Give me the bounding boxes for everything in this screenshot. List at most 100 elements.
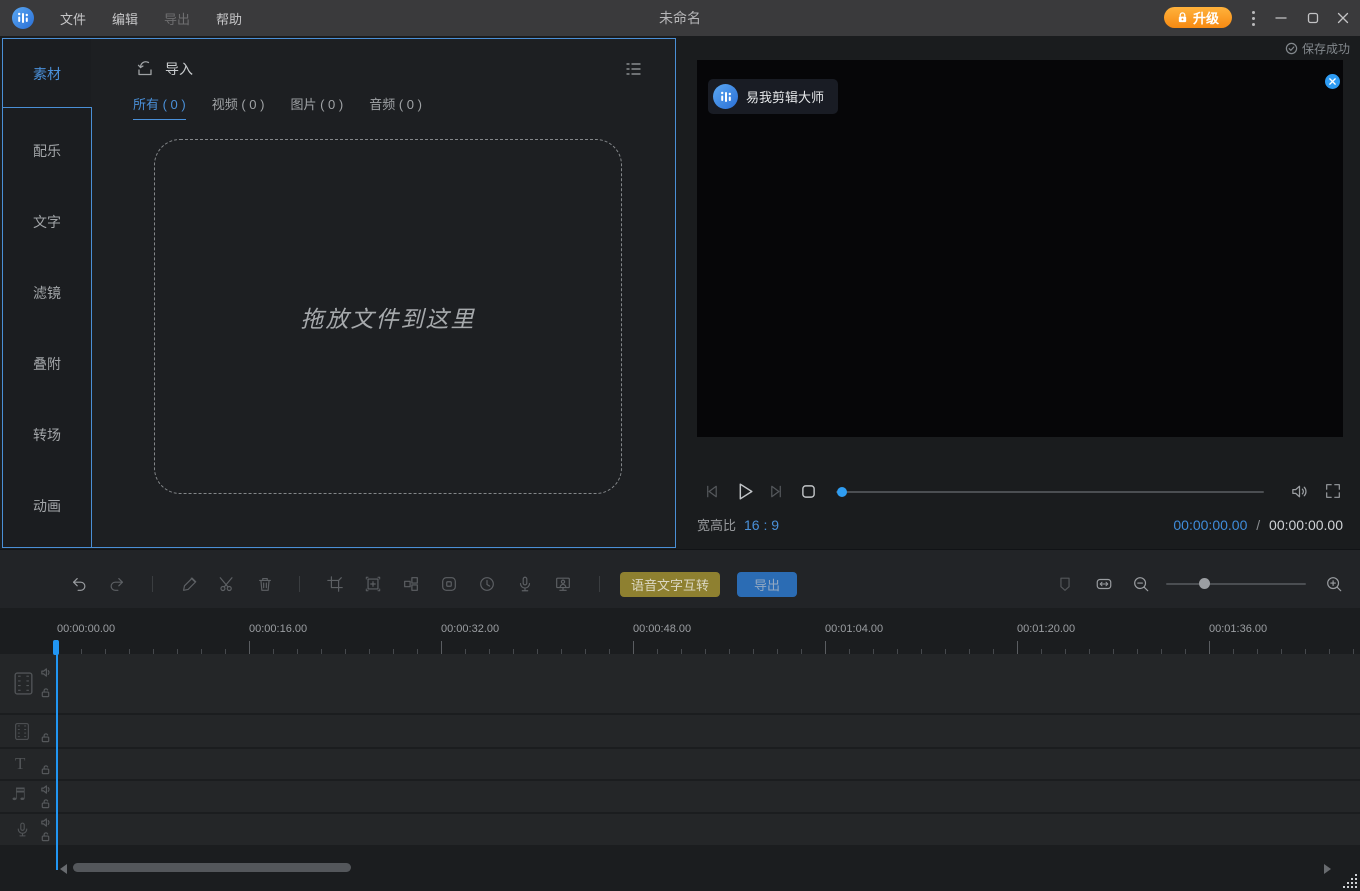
fullscreen-icon[interactable] [1324, 482, 1342, 500]
playback-controls [680, 478, 1360, 506]
dropzone-text: 拖放文件到这里 [301, 300, 476, 334]
overlay-track[interactable] [0, 715, 1360, 747]
fit-timeline-icon[interactable] [1095, 575, 1113, 593]
track-lock-icon[interactable] [40, 764, 51, 775]
ruler-label: 00:01:04.00 [825, 623, 883, 635]
menu-file[interactable]: 文件 [60, 9, 86, 28]
export-button[interactable]: 导出 [737, 572, 797, 597]
screen-person-icon[interactable] [554, 575, 572, 593]
toolbar-divider [299, 576, 300, 592]
film-icon [12, 671, 35, 696]
voiceover-track[interactable] [0, 814, 1360, 845]
timecode-total: 00:00:00.00 [1269, 517, 1343, 533]
watermark-text: 易我剪辑大师 [746, 87, 824, 106]
menu-edit[interactable]: 编辑 [112, 9, 138, 28]
freeze-frame-icon[interactable] [440, 575, 458, 593]
menu-help[interactable]: 帮助 [216, 9, 242, 28]
zoom-level-slider[interactable] [1166, 583, 1306, 585]
zoom-in-icon[interactable] [1325, 575, 1343, 593]
volume-icon[interactable] [1290, 482, 1309, 501]
text-icon: T [15, 754, 25, 774]
sidebar-item-transition[interactable]: 转场 [3, 425, 91, 445]
watermark: 易我剪辑大师 [708, 79, 838, 114]
track-lock-icon[interactable] [40, 831, 51, 842]
sidebar-item-music[interactable]: 配乐 [3, 141, 91, 161]
aspect-ratio-value[interactable]: 16 : 9 [744, 517, 779, 533]
tab-audio[interactable]: 音频 ( 0 ) [369, 94, 422, 120]
track-lock-icon[interactable] [40, 687, 51, 698]
more-menu-icon[interactable] [1246, 9, 1260, 27]
list-view-icon[interactable] [623, 59, 643, 79]
zoom-out-icon[interactable] [1132, 575, 1150, 593]
upgrade-button[interactable]: 升级 [1164, 7, 1232, 28]
scroll-left-icon[interactable] [60, 864, 67, 874]
maximize-button[interactable] [1296, 0, 1330, 36]
track-lock-icon[interactable] [40, 798, 51, 809]
ruler-label: 00:01:36.00 [1209, 623, 1267, 635]
title-bar: 文件 编辑 导出 帮助 未命名 升级 [0, 0, 1360, 36]
window-title: 未命名 [0, 8, 1360, 28]
preview-info-row: 宽高比 16 : 9 00:00:00.00 / 00:00:00.00 [697, 515, 1343, 534]
file-dropzone[interactable]: 拖放文件到这里 [154, 139, 622, 494]
edit-pencil-icon[interactable] [180, 575, 198, 593]
crop-icon[interactable] [326, 575, 344, 593]
sidebar-item-text[interactable]: 文字 [3, 212, 91, 232]
tab-image[interactable]: 图片 ( 0 ) [290, 94, 343, 120]
voice-text-convert-button[interactable]: 语音文字互转 [620, 572, 720, 597]
left-panel: 素材 配乐 文字 滤镜 叠附 转场 动画 导入 所有 ( 0 ) [2, 38, 676, 548]
minimize-button[interactable] [1264, 0, 1298, 36]
delete-trash-icon[interactable] [256, 575, 274, 593]
track-speaker-icon[interactable] [40, 784, 51, 795]
undo-icon[interactable] [70, 575, 88, 593]
seek-bar[interactable] [836, 491, 1264, 493]
music-icon: ♬ [11, 785, 26, 805]
tab-video[interactable]: 视频 ( 0 ) [212, 94, 265, 120]
sidebar-item-material[interactable]: 素材 [3, 64, 91, 84]
resize-grip[interactable] [1342, 873, 1358, 889]
ruler-label: 00:01:20.00 [1017, 623, 1075, 635]
aspect-ratio-label: 宽高比 [697, 515, 736, 534]
check-circle-icon [1285, 42, 1298, 55]
track-lock-icon[interactable] [40, 732, 51, 743]
cut-scissors-icon[interactable] [218, 575, 236, 593]
ruler-label: 00:00:32.00 [441, 623, 499, 635]
timecode: 00:00:00.00 / 00:00:00.00 [1173, 517, 1343, 533]
timeline-scrollbar[interactable] [73, 863, 351, 872]
toolbar-divider [152, 576, 153, 592]
next-frame-icon[interactable] [768, 483, 785, 500]
toolbar-divider [599, 576, 600, 592]
redo-icon[interactable] [108, 575, 126, 593]
playhead[interactable] [56, 640, 58, 870]
menu-export: 导出 [164, 9, 190, 28]
previous-frame-icon[interactable] [703, 483, 720, 500]
seek-handle[interactable] [837, 487, 847, 497]
music-track[interactable]: ♬ [0, 781, 1360, 812]
duration-clock-icon[interactable] [478, 575, 496, 593]
ruler-ticks[interactable] [0, 640, 1360, 654]
timeline: 00:00:00.00 00:00:16.00 00:00:32.00 00:0… [0, 608, 1360, 891]
timecode-current: 00:00:00.00 [1173, 517, 1247, 533]
close-button[interactable] [1326, 0, 1360, 36]
film-icon [12, 722, 32, 741]
track-speaker-icon[interactable] [40, 667, 51, 678]
text-track[interactable]: T [0, 749, 1360, 779]
video-track[interactable] [0, 654, 1360, 713]
import-button[interactable]: 导入 [135, 59, 193, 79]
sidebar-item-animation[interactable]: 动画 [3, 496, 91, 516]
marker-icon[interactable] [1056, 575, 1074, 593]
zoom-level-handle[interactable] [1199, 578, 1210, 589]
preview-panel: 保存成功 易我剪辑大师 [680, 36, 1360, 549]
mosaic-icon[interactable] [402, 575, 420, 593]
voiceover-mic-icon[interactable] [516, 575, 534, 593]
zoom-area-icon[interactable] [364, 575, 382, 593]
play-icon[interactable] [733, 480, 756, 503]
scroll-right-icon[interactable] [1324, 864, 1331, 874]
sidebar-item-filter[interactable]: 滤镜 [3, 283, 91, 303]
track-speaker-icon[interactable] [40, 817, 51, 828]
tab-all[interactable]: 所有 ( 0 ) [133, 94, 186, 120]
sidebar-item-overlay[interactable]: 叠附 [3, 354, 91, 374]
playhead-handle[interactable] [53, 640, 59, 655]
watermark-close-icon[interactable] [1325, 74, 1340, 89]
watermark-logo-icon [713, 84, 738, 109]
stop-icon[interactable] [801, 484, 816, 499]
